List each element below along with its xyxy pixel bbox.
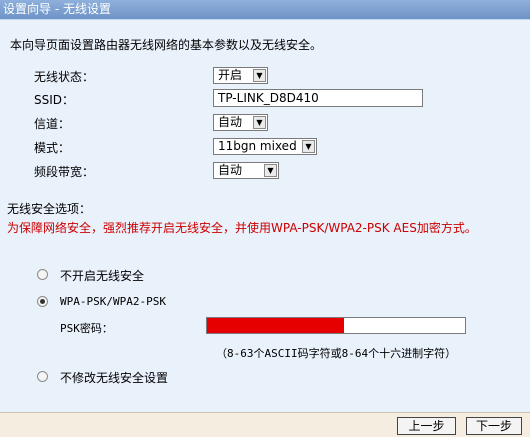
radio-keep-security[interactable]: [37, 371, 48, 382]
security-section-title: 无线安全选项：: [7, 202, 92, 216]
bandwidth-select[interactable]: 自动 ▼: [213, 162, 279, 179]
radio-wpa-psk[interactable]: [37, 296, 48, 307]
footer-bar: 上一步 下一步: [0, 412, 530, 437]
redaction-bar: [207, 318, 344, 333]
radio-keep-security-label[interactable]: 不修改无线安全设置: [60, 369, 168, 386]
prev-button[interactable]: 上一步: [397, 417, 456, 435]
wireless-status-label: 无线状态：: [34, 70, 95, 84]
channel-select[interactable]: 自动 ▼: [213, 114, 268, 131]
wireless-status-value: 开启: [218, 68, 243, 82]
mode-label: 模式：: [34, 141, 71, 155]
ssid-input[interactable]: TP-LINK_D8D410: [213, 89, 423, 107]
bandwidth-value: 自动: [218, 163, 243, 177]
radio-wpa-psk-label[interactable]: WPA-PSK/WPA2-PSK: [60, 295, 166, 308]
mode-value: 11bgn mixed: [218, 139, 297, 153]
radio-no-security[interactable]: [37, 269, 48, 280]
intro-text: 本向导页面设置路由器无线网络的基本参数以及无线安全。: [10, 38, 323, 52]
next-button[interactable]: 下一步: [466, 417, 522, 435]
window-title: 设置向导 - 无线设置: [0, 0, 530, 19]
channel-label: 信道：: [34, 117, 71, 131]
psk-password-label: PSK密码：: [60, 322, 113, 335]
ssid-label: SSID：: [34, 93, 75, 107]
mode-select[interactable]: 11bgn mixed ▼: [213, 138, 317, 155]
security-warning: 为保障网络安全，强烈推荐开启无线安全，并使用WPA-PSK/WPA2-PSK A…: [7, 221, 477, 235]
chevron-down-icon: ▼: [264, 164, 277, 177]
psk-hint: （8-63个ASCII码字符或8-64个十六进制字符）: [216, 347, 457, 360]
bandwidth-label: 频段带宽：: [34, 165, 95, 179]
chevron-down-icon: ▼: [253, 69, 266, 82]
chevron-down-icon: ▼: [253, 116, 266, 129]
chevron-down-icon: ▼: [302, 140, 315, 153]
wireless-status-select[interactable]: 开启 ▼: [213, 67, 268, 84]
radio-no-security-label[interactable]: 不开启无线安全: [60, 267, 144, 284]
channel-value: 自动: [218, 115, 243, 129]
psk-password-input[interactable]: [206, 317, 466, 334]
settings-panel: 本向导页面设置路由器无线网络的基本参数以及无线安全。 无线状态： 开启 ▼ SS…: [0, 19, 530, 413]
